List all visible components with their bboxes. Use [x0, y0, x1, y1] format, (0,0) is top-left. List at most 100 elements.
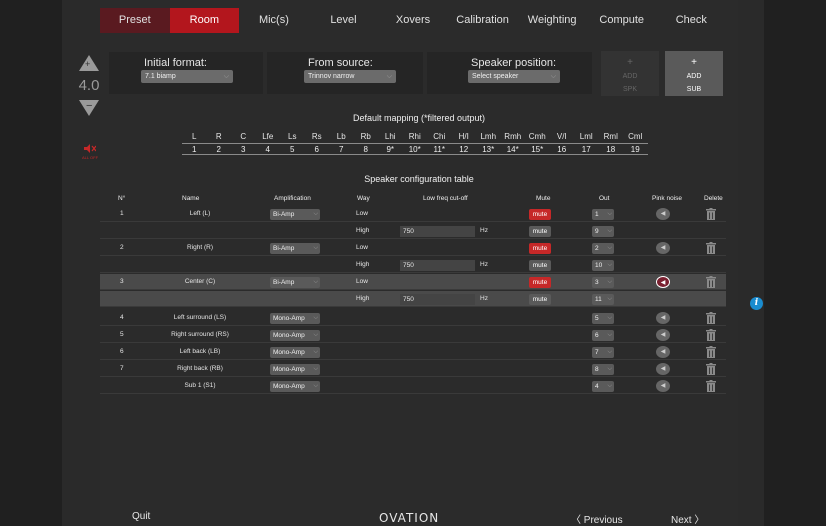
pink-noise-button[interactable]: ◀ — [656, 242, 670, 254]
add-sub-button[interactable]: + ADD SUB — [665, 51, 723, 96]
info-button[interactable]: i — [750, 297, 763, 310]
pink-noise-button[interactable]: ◀ — [656, 329, 670, 341]
minus-icon: − — [86, 100, 93, 112]
mute-indicator[interactable]: ALL OFF — [80, 144, 100, 160]
add-spk-button[interactable]: + ADD SPK — [601, 51, 659, 96]
speaker-icon: ◀ — [660, 280, 666, 286]
mute-button[interactable]: mute — [529, 260, 551, 271]
amplification-select[interactable]: Bi-Amp ⌵ — [270, 209, 320, 220]
chevron-down-icon: ⌵ — [607, 245, 612, 251]
output-select[interactable]: 11 ⌵ — [592, 294, 614, 305]
mute-button[interactable]: mute — [529, 226, 551, 237]
table-row[interactable]: 2 Right (R) Bi-Amp ⌵ Low mute 2 ⌵ ◀ — [100, 240, 726, 256]
header-amp: Amplification — [274, 195, 311, 202]
amplification-select[interactable]: Mono-Amp ⌵ — [270, 330, 320, 341]
amplification-select[interactable]: Mono-Amp ⌵ — [270, 364, 320, 375]
trash-icon[interactable] — [706, 363, 716, 375]
trash-icon[interactable] — [706, 312, 716, 324]
trash-icon[interactable] — [706, 329, 716, 341]
tab-calibration[interactable]: Calibration — [448, 8, 518, 33]
trash-icon[interactable] — [706, 380, 716, 392]
from-source-select[interactable]: Trinnov narrow ⌵ — [304, 70, 396, 83]
low-freq-input[interactable]: 750 — [400, 260, 475, 271]
speaker-position-select[interactable]: Select speaker ⌵ — [468, 70, 560, 83]
tab-weighting[interactable]: Weighting — [517, 8, 587, 33]
speaker-name: Left surround (LS) — [173, 314, 227, 321]
speaker-icon: ◀ — [660, 332, 666, 338]
output-select[interactable]: 8 ⌵ — [592, 364, 614, 375]
tab-compute[interactable]: Compute — [587, 8, 657, 33]
table-row[interactable]: High 750 Hz mute 9 ⌵ — [100, 223, 726, 239]
mapping-channel: Rmh — [504, 132, 522, 141]
quit-button[interactable]: Quit — [132, 511, 150, 522]
trash-icon[interactable] — [706, 276, 716, 288]
output-select[interactable]: 7 ⌵ — [592, 347, 614, 358]
trash-icon[interactable] — [706, 346, 716, 358]
table-row[interactable]: High 750 Hz mute 10 ⌵ — [100, 257, 726, 273]
table-row[interactable]: 1 Left (L) Bi-Amp ⌵ Low mute 1 ⌵ ◀ — [100, 206, 726, 222]
mute-button[interactable]: mute — [529, 277, 551, 288]
trash-icon[interactable] — [706, 242, 716, 254]
tab-room[interactable]: Room — [169, 8, 240, 33]
header-mute: Mute — [536, 195, 551, 202]
mute-button[interactable]: mute — [529, 243, 551, 254]
amplification-select[interactable]: Bi-Amp ⌵ — [270, 243, 320, 254]
zoom-in-button[interactable]: + — [79, 55, 99, 71]
chevron-down-icon: ⌵ — [386, 73, 392, 80]
mapping-channel: Lhi — [384, 132, 396, 141]
amplification-select[interactable]: Bi-Amp ⌵ — [270, 277, 320, 288]
amplification-select[interactable]: Mono-Amp ⌵ — [270, 313, 320, 324]
table-row[interactable]: 5 Right surround (RS) Mono-Amp ⌵ 6 ⌵ ◀ — [100, 327, 726, 343]
next-button[interactable]: Next 〉 — [671, 511, 704, 526]
pink-noise-button[interactable]: ◀ — [656, 208, 670, 220]
tab-preset[interactable]: Preset — [100, 8, 170, 33]
mapping-outputs-row: 1 2 3 4 5 6 7 8 9* 10* 11* 12 13* 14* 15* 16 17 18 19 — [182, 143, 648, 155]
table-row[interactable]: 7 Right back (RB) Mono-Amp ⌵ 8 ⌵ ◀ — [100, 361, 726, 377]
chevron-down-icon: ⌵ — [607, 349, 612, 355]
speaker-icon: ◀ — [660, 211, 666, 217]
way-label: Low — [356, 210, 368, 217]
trash-icon[interactable] — [706, 208, 716, 220]
mapping-output: 18 — [606, 145, 616, 154]
low-freq-input[interactable]: 750 — [400, 226, 475, 237]
table-row[interactable]: 3 Center (C) Bi-Amp ⌵ Low mute 3 ⌵ ◀ — [100, 274, 726, 290]
pink-noise-button[interactable]: ◀ — [656, 276, 670, 288]
chevron-down-icon: ⌵ — [607, 262, 612, 268]
amplification-select[interactable]: Mono-Amp ⌵ — [270, 381, 320, 392]
table-row[interactable]: High 750 Hz mute 11 ⌵ — [100, 291, 726, 307]
initial-format-select[interactable]: 7.1 biamp ⌵ — [141, 70, 233, 83]
pink-noise-button[interactable]: ◀ — [656, 380, 670, 392]
tab-check[interactable]: Check — [657, 8, 727, 33]
pink-noise-button[interactable]: ◀ — [656, 312, 670, 324]
output-select[interactable]: 3 ⌵ — [592, 277, 614, 288]
zoom-out-button[interactable]: − — [79, 100, 99, 116]
mute-button[interactable]: mute — [529, 294, 551, 305]
output-value: 1 — [595, 211, 599, 218]
chevron-down-icon: ⌵ — [313, 279, 318, 285]
output-select[interactable]: 6 ⌵ — [592, 330, 614, 341]
output-select[interactable]: 5 ⌵ — [592, 313, 614, 324]
output-select[interactable]: 9 ⌵ — [592, 226, 614, 237]
output-select[interactable]: 10 ⌵ — [592, 260, 614, 271]
mapping-output: 19 — [630, 145, 640, 154]
output-select[interactable]: 1 ⌵ — [592, 209, 614, 220]
tab-xovers[interactable]: Xovers — [378, 8, 448, 33]
table-row[interactable]: Sub 1 (S1) Mono-Amp ⌵ 4 ⌵ ◀ — [100, 378, 726, 394]
row-number: 2 — [120, 244, 124, 251]
tab-level[interactable]: Level — [309, 8, 379, 33]
amplification-select[interactable]: Mono-Amp ⌵ — [270, 347, 320, 358]
output-select[interactable]: 2 ⌵ — [592, 243, 614, 254]
tab-mics[interactable]: Mic(s) — [239, 8, 309, 33]
output-select[interactable]: 4 ⌵ — [592, 381, 614, 392]
table-row[interactable]: 4 Left surround (LS) Mono-Amp ⌵ 5 ⌵ ◀ — [100, 310, 726, 326]
add-spk-sublabel: SPK — [622, 86, 637, 93]
header-name: Name — [182, 195, 200, 202]
table-row[interactable]: 6 Left back (LB) Mono-Amp ⌵ 7 ⌵ ◀ — [100, 344, 726, 360]
mapping-output: 6 — [314, 145, 319, 154]
mute-button[interactable]: mute — [529, 209, 551, 220]
pink-noise-button[interactable]: ◀ — [656, 363, 670, 375]
pink-noise-button[interactable]: ◀ — [656, 346, 670, 358]
low-freq-input[interactable]: 750 — [400, 294, 475, 305]
header-freq: Low freq cut-off — [423, 195, 468, 202]
previous-button[interactable]: 〈 Previous — [571, 511, 623, 526]
